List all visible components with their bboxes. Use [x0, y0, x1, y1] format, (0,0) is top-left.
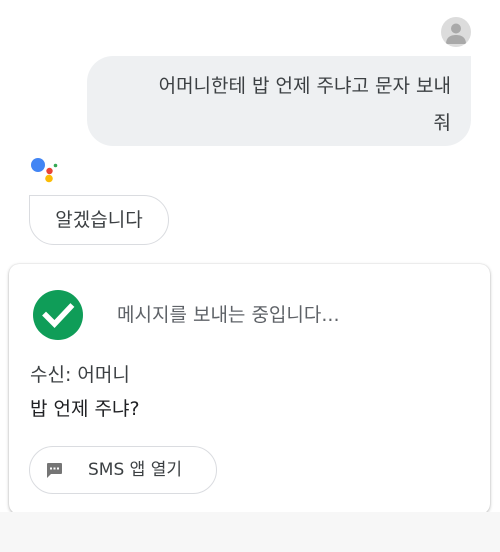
user-avatar-icon — [441, 17, 471, 47]
bottom-area — [0, 512, 500, 552]
sms-card: 메시지를 보내는 중입니다... 수신: 어머니 밥 언제 주냐? SMS 앱 … — [9, 264, 490, 514]
open-sms-app-label: SMS 앱 열기 — [88, 460, 182, 480]
user-message-line-2: 줘 — [433, 112, 451, 134]
recipient-text: 수신: 어머니 — [30, 364, 130, 386]
open-sms-app-button[interactable]: SMS 앱 열기 — [29, 446, 217, 494]
google-assistant-icon — [30, 156, 60, 186]
user-message-line-1: 어머니한테 밥 언제 주냐고 문자 보내 — [158, 75, 451, 97]
check-circle-icon — [33, 290, 83, 340]
assistant-screen: 어머니한테 밥 언제 주냐고 문자 보내 줘 알겠습니다 메시지를 보내는 중입… — [0, 0, 500, 552]
user-message-bubble: 어머니한테 밥 언제 주냐고 문자 보내 줘 — [87, 56, 471, 146]
assistant-reply-bubble: 알겠습니다 — [29, 195, 169, 245]
message-icon — [46, 462, 63, 479]
sending-status-text: 메시지를 보내는 중입니다... — [117, 304, 340, 326]
message-body-text: 밥 언제 주냐? — [30, 398, 140, 420]
